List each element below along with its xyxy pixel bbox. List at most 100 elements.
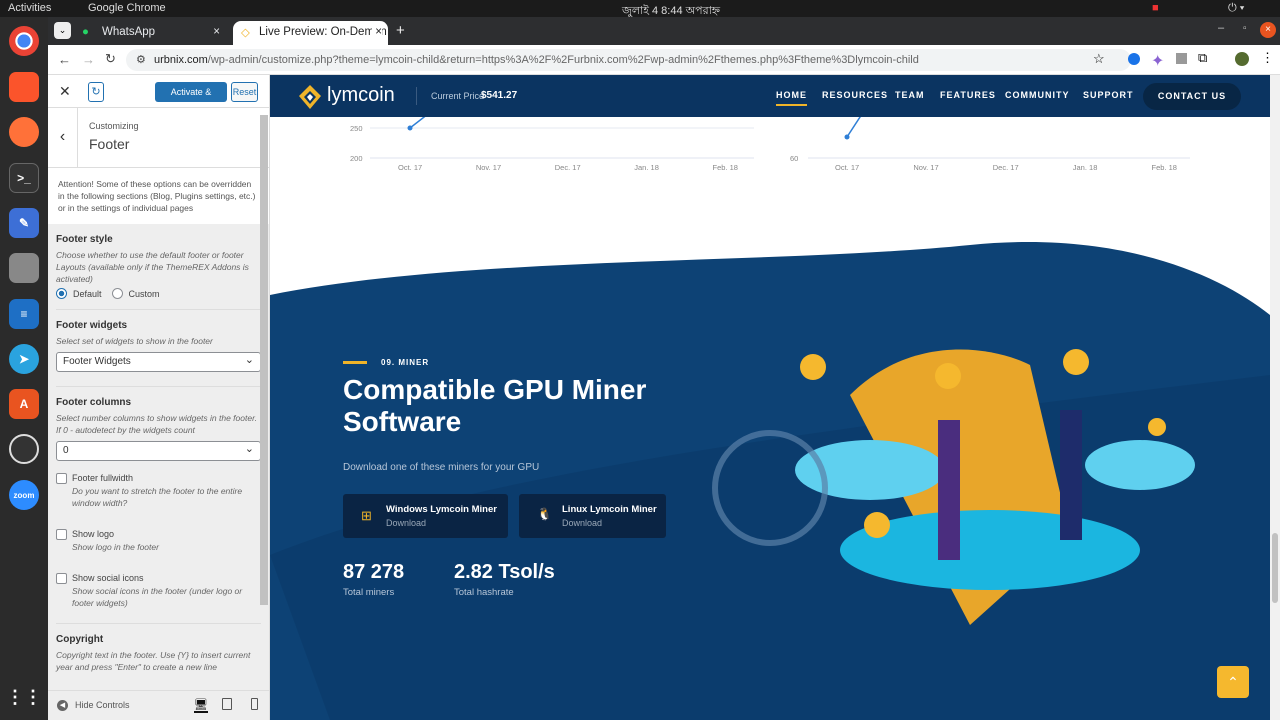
refresh-icon[interactable]: ↻ — [88, 82, 104, 102]
windows-download-button[interactable]: ⊞ Windows Lymcoin Miner Download — [343, 494, 508, 538]
scroll-to-top-button[interactable]: ⌃ — [1217, 666, 1249, 698]
bookmark-star-icon[interactable]: ☆ — [1093, 51, 1105, 67]
y-tick: 60 — [790, 154, 799, 163]
close-customizer-icon[interactable]: ✕ — [59, 83, 71, 100]
data-point — [407, 125, 413, 131]
x-tick: Feb. 18 — [1151, 163, 1177, 172]
chrome-icon[interactable] — [9, 26, 39, 56]
terminal-icon[interactable]: >_ — [9, 163, 39, 193]
close-tab-icon[interactable]: × — [372, 26, 382, 38]
nav-community[interactable]: COMMUNITY — [1005, 90, 1070, 100]
maximize-button[interactable]: ▫ — [1243, 23, 1247, 34]
back-icon[interactable]: ← — [58, 52, 71, 67]
url-path: /wp-admin/customize.php?theme=lymcoin-ch… — [207, 54, 919, 66]
x-tick: Jan. 18 — [634, 163, 659, 172]
stat-value: 87 278 — [343, 561, 405, 583]
footer-columns-select[interactable]: 0 — [56, 441, 261, 461]
site-logo[interactable]: lymcoin — [327, 84, 395, 107]
close-tab-icon[interactable]: × — [213, 26, 220, 38]
radio-default-label: Default — [73, 288, 102, 299]
footer-widgets-select[interactable]: Footer Widgets — [56, 352, 261, 372]
power-icon[interactable]: ⏻ ▾ — [1228, 2, 1244, 15]
extension-icon[interactable] — [1128, 53, 1140, 65]
reload-icon[interactable]: ↻ — [105, 51, 116, 67]
brave-icon[interactable] — [9, 72, 39, 102]
site-settings-icon[interactable]: ⚙ — [136, 53, 146, 66]
show-social-icons-checkbox[interactable] — [56, 573, 67, 584]
url-input[interactable]: ⚙ urbnix.com/wp-admin/customize.php?them… — [126, 49, 1131, 71]
hide-controls-button[interactable]: Hide Controls — [75, 700, 130, 710]
footer-widgets-desc: Select set of widgets to show in the foo… — [56, 336, 213, 346]
zoom-icon[interactable]: zoom — [9, 480, 39, 510]
x-tick: Dec. 17 — [554, 163, 581, 172]
address-bar-row: ← → ↻ ⚙ urbnix.com/wp-admin/customize.ph… — [48, 45, 1280, 75]
hide-controls-icon[interactable]: ◀ — [57, 700, 68, 711]
extensions-puzzle-icon[interactable]: ⧉ — [1198, 50, 1207, 66]
writer-icon[interactable]: ≡ — [9, 299, 39, 329]
app-menu[interactable]: Google Chrome — [88, 2, 166, 14]
activate-publish-button[interactable]: Activate & Publish — [155, 82, 227, 117]
telegram-icon[interactable]: ➤ — [9, 344, 39, 374]
desktop-preview-icon[interactable]: 🖥 — [194, 698, 208, 713]
x-axis-ticks: Oct. 17 Nov. 17 Dec. 17 Jan. 18 Feb. 18 — [835, 163, 1177, 172]
customizer-header: ✕ ↻ Activate & Publish Reset — [48, 75, 269, 117]
menu-icon[interactable]: ⋮ — [1261, 50, 1274, 66]
series-line — [409, 117, 426, 129]
close-window-button[interactable]: × — [1260, 22, 1276, 38]
nav-resources[interactable]: RESOURCES — [822, 90, 888, 100]
title-line: Software — [343, 406, 462, 437]
app-grid-icon[interactable]: ⋮⋮ — [6, 682, 42, 712]
checkbox-desc: Show social icons in the footer (under l… — [72, 586, 243, 608]
new-tab-button[interactable]: + — [396, 22, 405, 39]
show-logo-checkbox[interactable] — [56, 529, 67, 540]
stat-value: 2.82 Tsol/s — [454, 561, 555, 583]
url-host: urbnix.com — [154, 54, 208, 66]
kicker-bar — [343, 361, 367, 364]
radio-custom[interactable] — [111, 288, 123, 299]
tablet-preview-icon[interactable] — [222, 698, 232, 710]
obs-icon[interactable] — [9, 434, 39, 464]
extension-icon[interactable] — [1176, 53, 1187, 64]
tab-whatsapp[interactable]: ● WhatsApp × — [76, 21, 226, 45]
y-tick: 250 — [350, 124, 363, 133]
radio-default[interactable] — [56, 288, 67, 299]
mobile-preview-icon[interactable] — [251, 698, 258, 710]
tab-live-preview[interactable]: ◇ Live Preview: On-Deman × — [233, 21, 388, 45]
tab-search-button[interactable]: ⌄ — [54, 22, 71, 39]
files-icon[interactable] — [9, 253, 39, 283]
miner-section-background — [270, 242, 1270, 720]
nav-features[interactable]: FEATURES — [940, 90, 996, 100]
text-editor-icon[interactable]: ✎ — [9, 208, 39, 238]
reset-button[interactable]: Reset — [231, 82, 258, 102]
nav-support[interactable]: SUPPORT — [1083, 90, 1134, 100]
price-charts — [370, 117, 1190, 159]
nav-team[interactable]: TEAM — [895, 90, 925, 100]
button-title: Windows Lymcoin Miner — [386, 504, 497, 515]
customizer-panel: ✕ ↻ Activate & Publish Reset ‹ Customizi… — [48, 75, 270, 720]
minimize-button[interactable]: – — [1218, 22, 1224, 34]
data-point — [844, 134, 850, 140]
panel-scrollbar[interactable] — [260, 115, 268, 605]
back-chevron-icon[interactable]: ‹ — [48, 108, 78, 168]
profile-avatar[interactable] — [1235, 52, 1249, 66]
dock: >_ ✎ ≡ ➤ A zoom ⋮⋮ — [0, 17, 48, 720]
price-label: Current Price — [431, 91, 485, 101]
footer-fullwidth-checkbox[interactable] — [56, 473, 67, 484]
preview-scrollbar[interactable] — [1270, 75, 1280, 720]
activities-button[interactable]: Activities — [8, 2, 51, 14]
stat-total-miners: 87 278 Total miners — [343, 561, 404, 598]
stat-total-hashrate: 2.82 Tsol/s Total hashrate — [454, 561, 555, 598]
forward-icon[interactable]: → — [82, 52, 95, 67]
linux-download-button[interactable]: 🐧 Linux Lymcoin Miner Download — [519, 494, 666, 538]
nav-home[interactable]: HOME — [776, 90, 807, 106]
current-price: $541.27 — [481, 90, 518, 101]
firefox-icon[interactable] — [9, 117, 39, 147]
contact-us-button[interactable]: CONTACT US — [1143, 83, 1241, 110]
checkbox-label: Footer fullwidth — [72, 473, 134, 483]
app-center-icon[interactable]: A — [9, 389, 39, 419]
gemini-icon[interactable]: ✦ — [1151, 51, 1164, 71]
title-line: Compatible GPU Miner — [343, 374, 647, 405]
tab-strip: ⌄ ● WhatsApp × ◇ Live Preview: On-Deman … — [48, 17, 1280, 45]
record-icon[interactable]: ■ — [1152, 2, 1159, 14]
whatsapp-icon: ● — [82, 26, 89, 38]
